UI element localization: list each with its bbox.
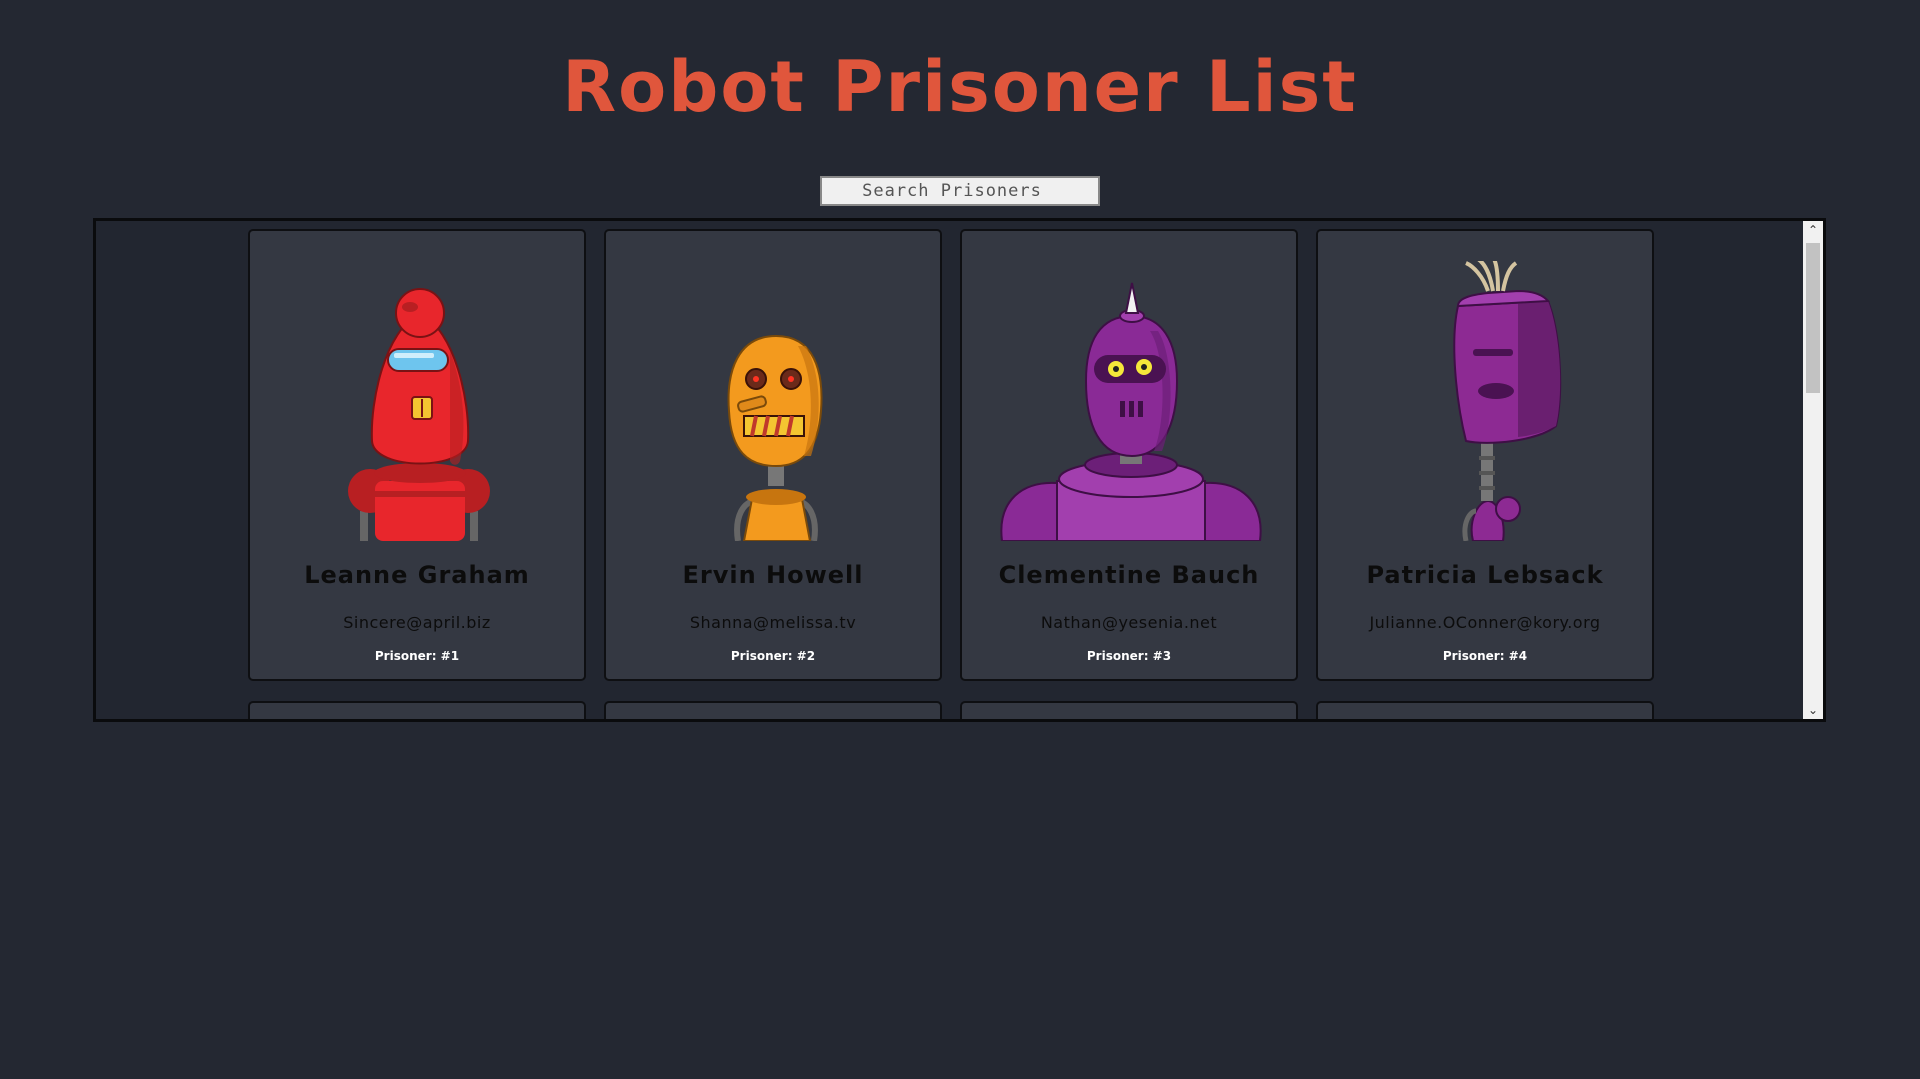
chevron-down-icon[interactable]: ⌄ <box>1803 701 1823 719</box>
prisoner-id: Prisoner: #4 <box>1442 649 1528 663</box>
prisoner-card[interactable] <box>248 701 586 719</box>
prisoner-card[interactable] <box>960 701 1298 719</box>
search-input[interactable] <box>820 176 1100 206</box>
prisoner-name: Clementine Bauch <box>998 561 1260 589</box>
prisoner-id: Prisoner: #2 <box>730 649 816 663</box>
robot-avatar-orange <box>727 334 823 541</box>
prisoner-id: Prisoner: #1 <box>374 649 460 663</box>
prisoner-email: Julianne.OConner@kory.org <box>1369 613 1601 632</box>
prisoner-email: Shanna@melissa.tv <box>689 613 857 632</box>
prisoner-list-scroll[interactable]: Leanne Graham Sincere@april.biz Prisoner… <box>93 218 1826 722</box>
prisoner-card[interactable]: Ervin Howell Shanna@melissa.tv Prisoner:… <box>604 229 942 681</box>
prisoner-email: Nathan@yesenia.net <box>1040 613 1218 632</box>
robot-avatar-purple <box>1000 282 1262 541</box>
prisoner-card[interactable] <box>604 701 942 719</box>
prisoner-id: Prisoner: #3 <box>1086 649 1172 663</box>
chevron-up-icon[interactable]: ⌃ <box>1803 221 1823 239</box>
prisoner-name: Leanne Graham <box>304 561 530 589</box>
prisoner-email: Sincere@april.biz <box>343 613 491 632</box>
scroll-thumb[interactable] <box>1806 243 1820 393</box>
page-title: Robot Prisoner List <box>562 46 1358 128</box>
vertical-scrollbar[interactable]: ⌃ ⌄ <box>1803 221 1823 719</box>
robot-avatar-red <box>348 288 490 541</box>
prisoner-card[interactable]: Patricia Lebsack Julianne.OConner@kory.o… <box>1316 229 1654 681</box>
prisoner-card[interactable]: Clementine Bauch Nathan@yesenia.net Pris… <box>960 229 1298 681</box>
prisoner-card[interactable] <box>1316 701 1654 719</box>
prisoner-name: Patricia Lebsack <box>1366 561 1604 589</box>
prisoner-name: Ervin Howell <box>682 561 864 589</box>
prisoner-card[interactable]: Leanne Graham Sincere@april.biz Prisoner… <box>248 229 586 681</box>
robot-avatar-purple <box>1453 261 1562 541</box>
